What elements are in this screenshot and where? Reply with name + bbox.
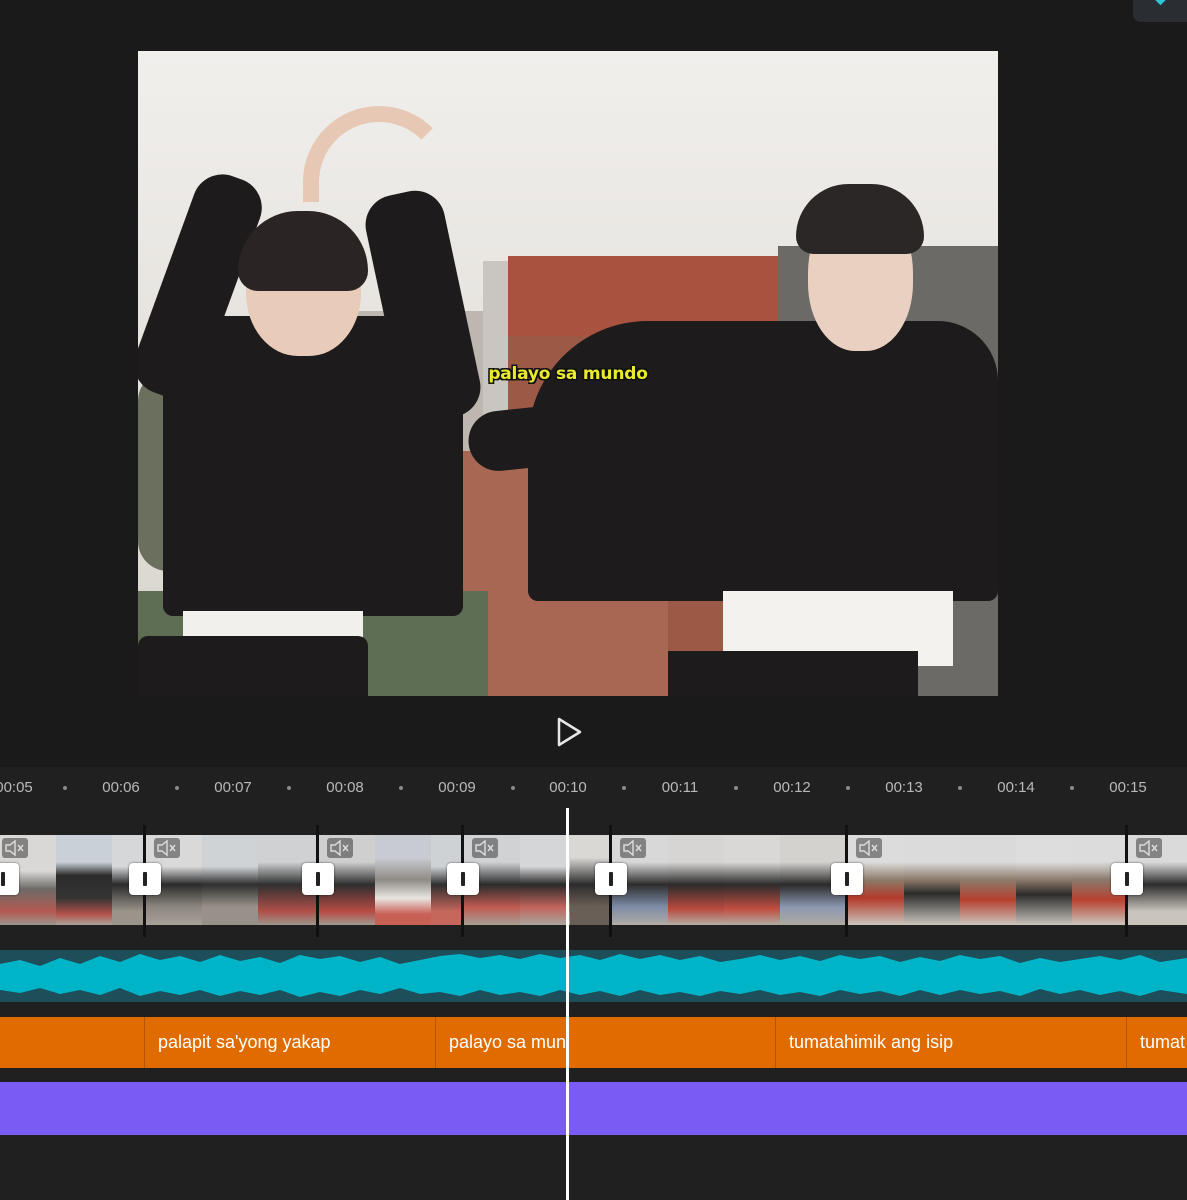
clip-thumbnail bbox=[375, 835, 431, 925]
clip-thumbnail bbox=[202, 835, 258, 925]
clip-thumbnail bbox=[724, 835, 780, 925]
transition-handle[interactable] bbox=[447, 863, 479, 895]
caption-clip[interactable]: tumat bbox=[1127, 1017, 1187, 1068]
speaker-muted-icon bbox=[5, 839, 24, 857]
ruler-label: 00:10 bbox=[549, 779, 587, 796]
mute-icon[interactable] bbox=[327, 838, 353, 858]
speaker-muted-icon bbox=[475, 839, 494, 857]
video-clip[interactable] bbox=[0, 835, 144, 925]
preview-caption: palayo sa mundo bbox=[488, 364, 648, 384]
caption-clip[interactable]: palayo sa mundo bbox=[436, 1017, 567, 1068]
mute-icon[interactable] bbox=[620, 838, 646, 858]
video-clip[interactable] bbox=[317, 835, 464, 925]
mute-icon[interactable] bbox=[1136, 838, 1162, 858]
caption-clip[interactable] bbox=[567, 1017, 776, 1068]
ruler-label: 00:05 bbox=[0, 779, 33, 796]
audio-waveform bbox=[0, 954, 1187, 997]
play-icon bbox=[557, 717, 582, 747]
ruler-dot bbox=[622, 786, 626, 790]
person-left-pants bbox=[138, 636, 368, 696]
transition-handle[interactable] bbox=[302, 863, 334, 895]
ruler-label: 00:09 bbox=[438, 779, 476, 796]
ruler-dot bbox=[846, 786, 850, 790]
speaker-muted-icon bbox=[157, 839, 176, 857]
ruler-label: 00:11 bbox=[661, 779, 699, 796]
speaker-muted-icon bbox=[330, 839, 349, 857]
ruler-label: 00:06 bbox=[102, 779, 140, 796]
mute-icon[interactable] bbox=[856, 838, 882, 858]
transition-handle[interactable] bbox=[0, 863, 19, 895]
ruler-dot bbox=[399, 786, 403, 790]
ruler-dot bbox=[734, 786, 738, 790]
ruler-dot bbox=[287, 786, 291, 790]
ruler-dot bbox=[511, 786, 515, 790]
person-right-body bbox=[528, 321, 998, 601]
speaker-muted-icon bbox=[1139, 839, 1158, 857]
video-clip[interactable] bbox=[144, 835, 319, 925]
ruler-label: 00:12 bbox=[773, 779, 811, 796]
ruler-label: 00:14 bbox=[997, 779, 1035, 796]
speaker-muted-icon bbox=[859, 839, 878, 857]
transition-handle[interactable] bbox=[1111, 863, 1143, 895]
clip-thumbnail bbox=[668, 835, 724, 925]
caption-clip[interactable]: palapit sa'yong yakap bbox=[145, 1017, 436, 1068]
ruler-dot bbox=[958, 786, 962, 790]
transition-handle[interactable] bbox=[831, 863, 863, 895]
time-ruler[interactable]: 00:05 00:06 00:07 00:08 00:09 00:10 00:1… bbox=[0, 767, 1187, 823]
mute-icon[interactable] bbox=[2, 838, 28, 858]
clip-thumbnail bbox=[904, 835, 960, 925]
video-clip[interactable] bbox=[462, 835, 612, 925]
premium-button[interactable] bbox=[1133, 0, 1187, 22]
clip-thumbnail bbox=[1016, 835, 1072, 925]
clip-thumbnail bbox=[960, 835, 1016, 925]
diamond-icon bbox=[1152, 0, 1169, 6]
ruler-dot bbox=[175, 786, 179, 790]
audio-track[interactable] bbox=[0, 950, 1187, 1002]
transition-handle[interactable] bbox=[595, 863, 627, 895]
ruler-dot bbox=[1070, 786, 1074, 790]
clip-thumbnail bbox=[520, 835, 570, 925]
caption-clip[interactable]: tumatahimik ang isip bbox=[776, 1017, 1127, 1068]
person-left-body bbox=[163, 316, 463, 616]
ruler-dot bbox=[63, 786, 67, 790]
playhead[interactable] bbox=[566, 808, 569, 1200]
video-clip[interactable] bbox=[610, 835, 848, 925]
ruler-label: 00:15 bbox=[1109, 779, 1147, 796]
play-button[interactable] bbox=[553, 715, 585, 749]
mute-icon[interactable] bbox=[472, 838, 498, 858]
caption-clip[interactable] bbox=[0, 1017, 145, 1068]
video-clip[interactable] bbox=[846, 835, 1128, 925]
mute-icon[interactable] bbox=[154, 838, 180, 858]
transition-handle[interactable] bbox=[129, 863, 161, 895]
video-preview[interactable]: palayo sa mundo bbox=[138, 51, 998, 696]
clip-thumbnail bbox=[56, 835, 112, 925]
speaker-muted-icon bbox=[623, 839, 642, 857]
ruler-label: 00:13 bbox=[885, 779, 923, 796]
person-right-pants bbox=[668, 651, 918, 696]
effect-track[interactable] bbox=[0, 1082, 1187, 1135]
ruler-label: 00:07 bbox=[214, 779, 252, 796]
ruler-label: 00:08 bbox=[326, 779, 364, 796]
